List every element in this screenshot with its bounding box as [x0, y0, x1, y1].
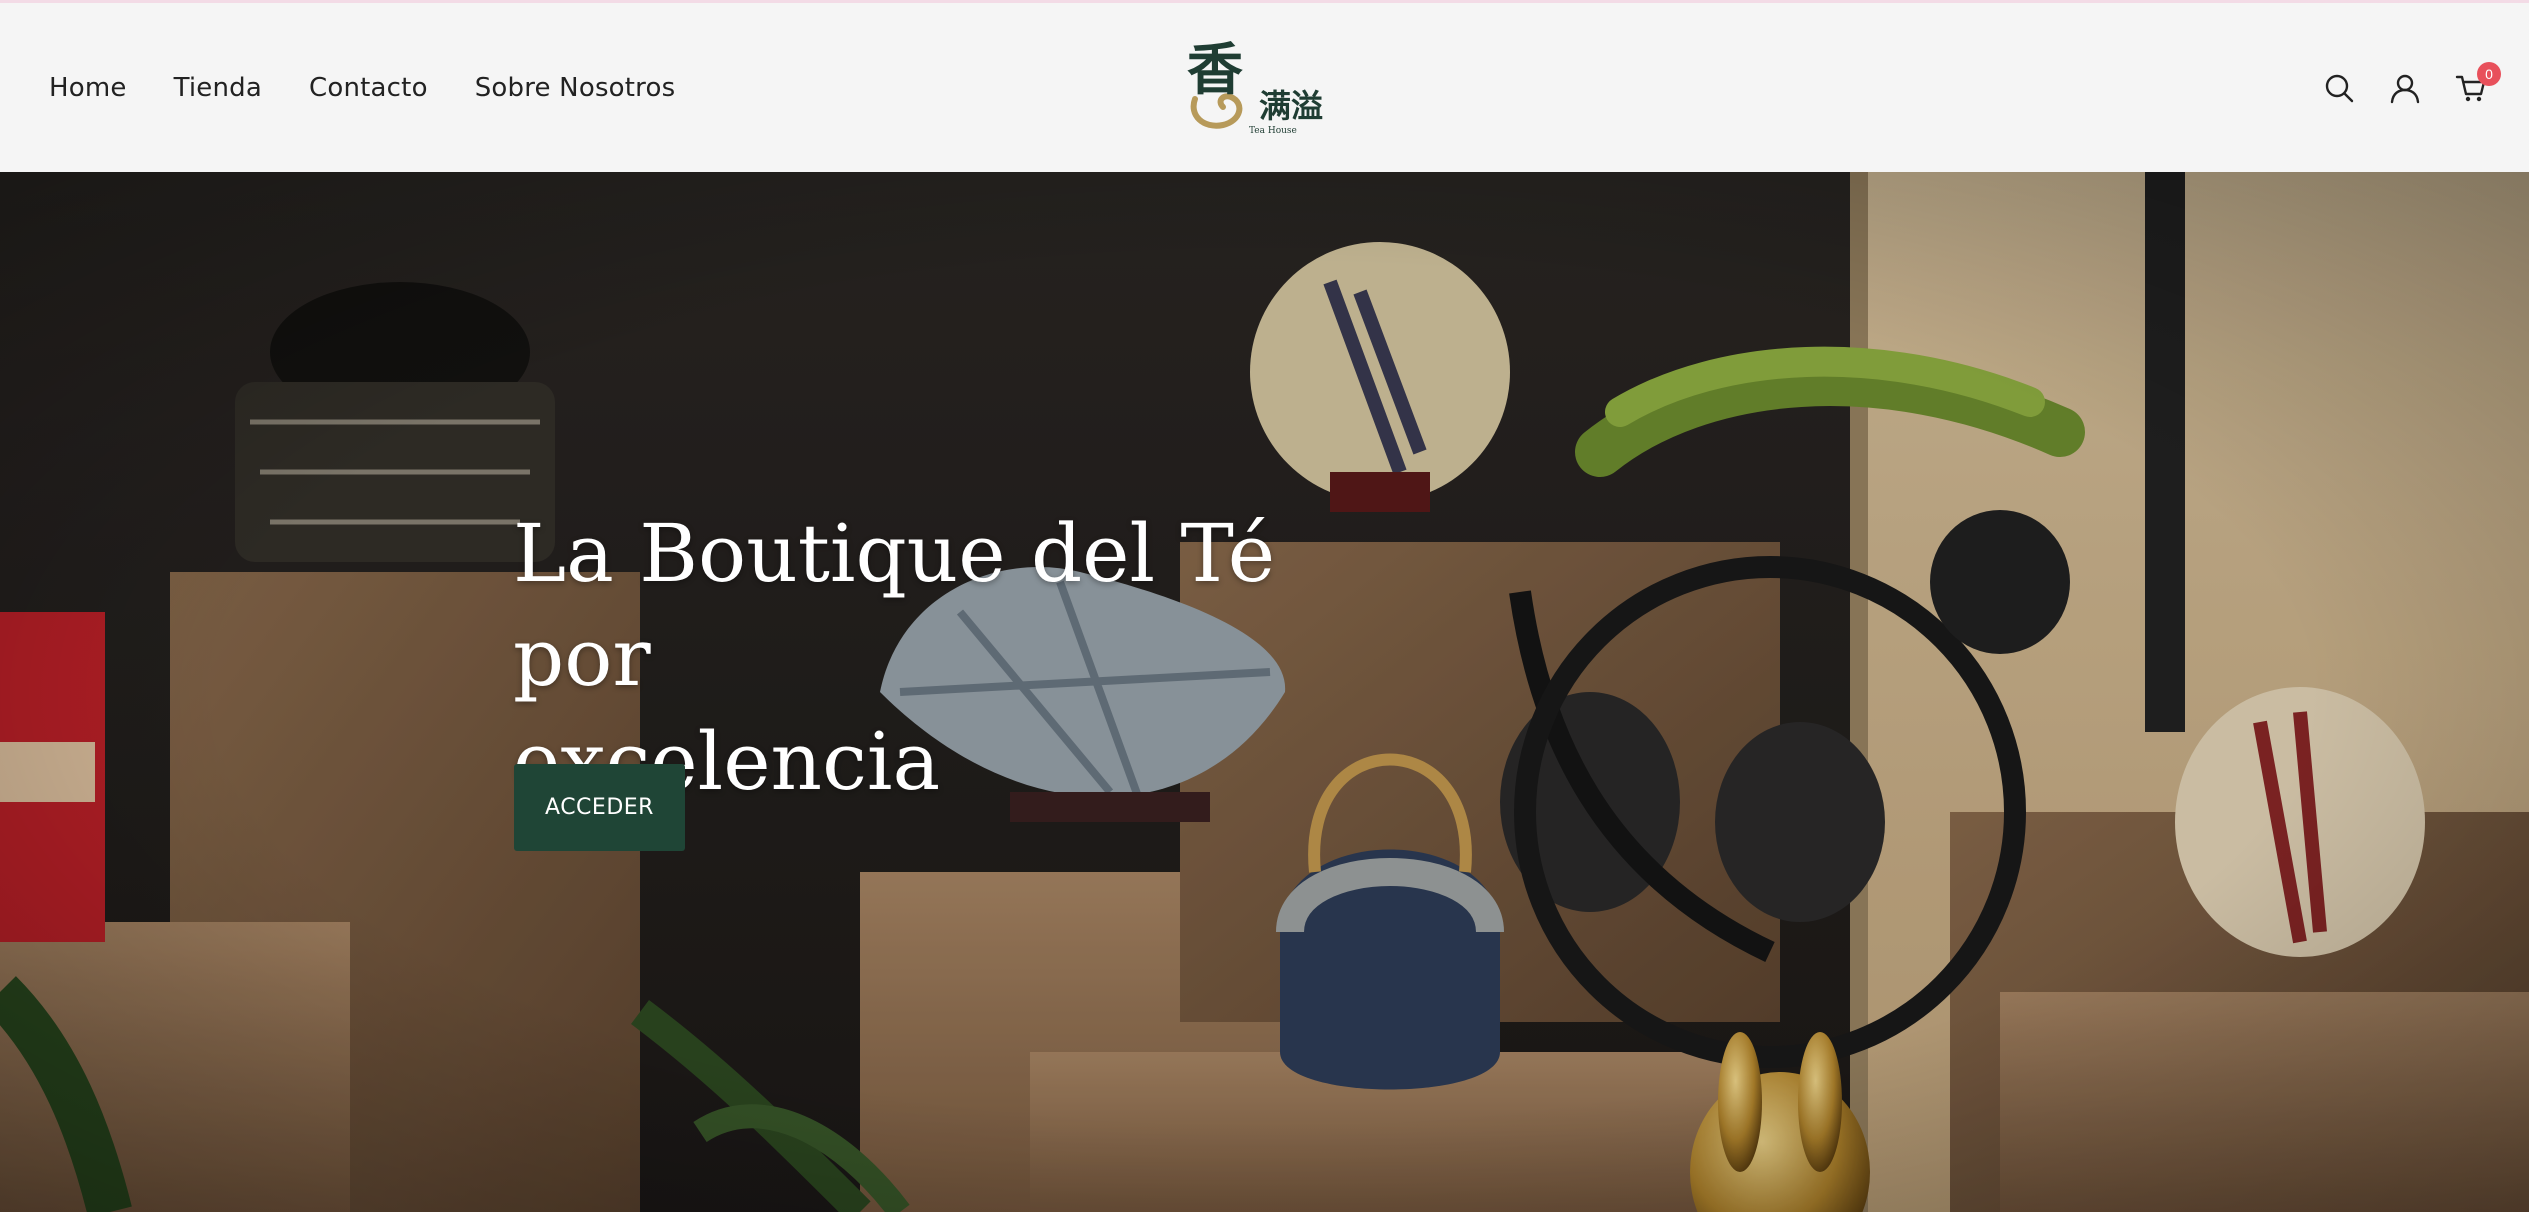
search-button[interactable]	[2321, 70, 2357, 106]
logo-mark: 香 满溢 Tea House	[1187, 37, 1323, 136]
header-actions: 0	[2321, 3, 2501, 172]
cart-button[interactable]: 0	[2453, 61, 2501, 106]
hero-banner: La Boutique del Té por excelencia ACCEDE…	[0, 172, 2529, 1212]
nav-about-link[interactable]: Sobre Nosotros	[475, 73, 676, 103]
site-header: Home Tienda Contacto Sobre Nosotros 香 满溢…	[0, 3, 2529, 172]
main-navigation: Home Tienda Contacto Sobre Nosotros	[49, 3, 675, 172]
access-button[interactable]: ACCEDER	[514, 764, 685, 851]
hero-title-line-1: La Boutique del Té por	[513, 507, 1276, 704]
logo-secondary-chars: 满溢	[1259, 87, 1323, 125]
search-icon	[2325, 74, 2354, 102]
nav-shop-link[interactable]: Tienda	[174, 73, 262, 103]
user-icon	[2390, 74, 2420, 103]
account-button[interactable]	[2387, 70, 2423, 106]
site-logo[interactable]: 香 满溢 Tea House	[1183, 37, 1343, 141]
nav-contact-link[interactable]: Contacto	[309, 73, 428, 103]
cart-count-badge: 0	[2477, 61, 2501, 86]
logo-main-char: 香	[1187, 37, 1243, 103]
nav-home-link[interactable]: Home	[49, 73, 127, 103]
logo-subtitle: Tea House	[1249, 126, 1297, 136]
